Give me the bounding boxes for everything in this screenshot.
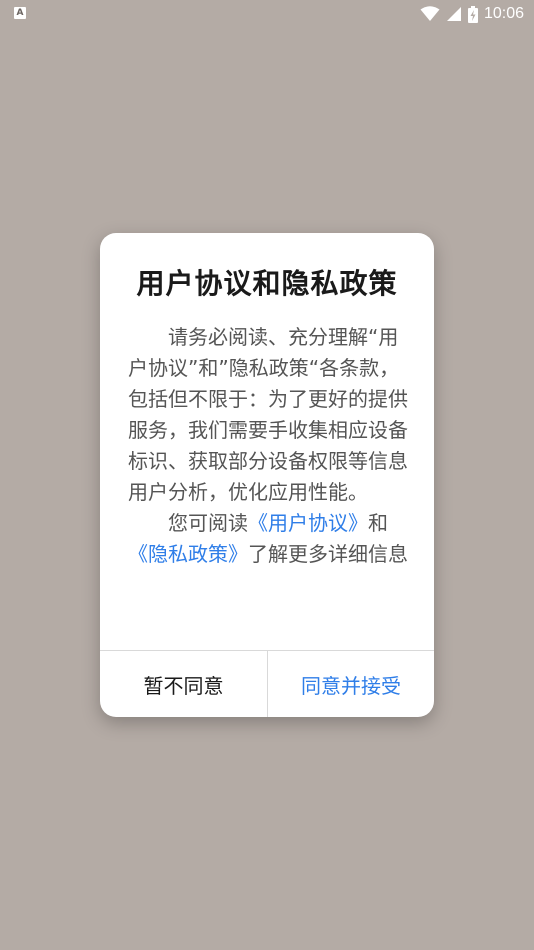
accept-button[interactable]: 同意并接受 [268, 651, 434, 717]
paragraph-2-and: 和 [368, 511, 388, 535]
status-bar: A 10:06 [0, 0, 534, 28]
status-icons: 10:06 [420, 3, 524, 25]
privacy-dialog: 用户协议和隐私政策 请务必阅读、充分理解“用户协议”和”隐私政策“各条款，包括但… [100, 233, 434, 717]
dialog-paragraph-2: 您可阅读《用户协议》和《隐私政策》了解更多详细信息 [128, 508, 408, 570]
paragraph-2-prefix: 您可阅读 [168, 511, 248, 535]
decline-button[interactable]: 暂不同意 [100, 651, 267, 717]
battery-charging-icon [467, 5, 478, 23]
notification-a-icon: A [14, 7, 26, 19]
user-agreement-link[interactable]: 《用户协议》 [248, 511, 368, 535]
wifi-icon [420, 6, 440, 21]
paragraph-2-suffix: 了解更多详细信息 [248, 542, 408, 566]
status-time: 10:06 [483, 5, 524, 22]
dialog-title: 用户协议和隐私政策 [136, 267, 398, 300]
signal-icon [446, 7, 461, 21]
dialog-paragraph-1: 请务必阅读、充分理解“用户协议”和”隐私政策“各条款，包括但不限于：为了更好的提… [128, 325, 408, 504]
dialog-body: 请务必阅读、充分理解“用户协议”和”隐私政策“各条款，包括但不限于：为了更好的提… [128, 322, 408, 570]
privacy-policy-link[interactable]: 《隐私政策》 [128, 542, 248, 566]
